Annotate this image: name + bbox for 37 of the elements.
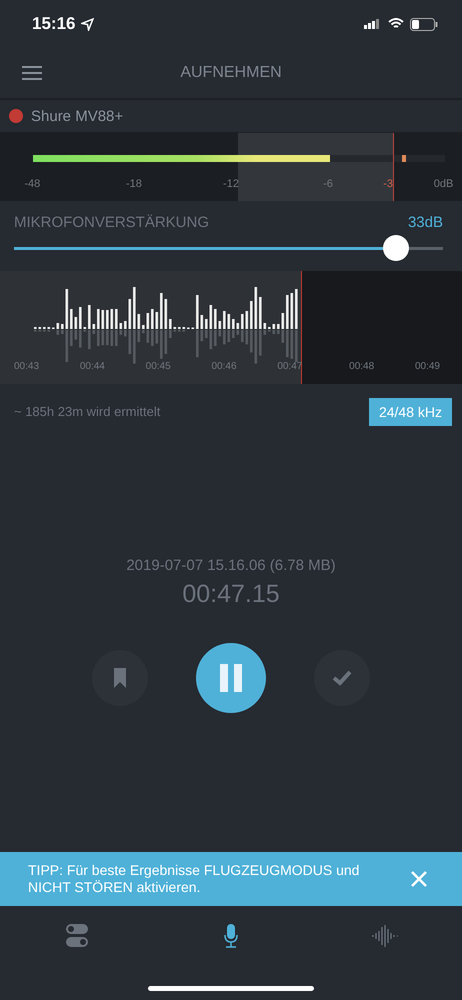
checkmark-icon	[332, 670, 352, 686]
location-icon	[81, 18, 94, 30]
clip-line	[393, 133, 394, 201]
scale-label: -6	[323, 178, 333, 190]
time-label: 00:45	[146, 361, 171, 372]
elapsed-time: 00:47.15	[182, 580, 280, 609]
peak-marker	[402, 155, 406, 162]
pause-icon	[219, 664, 243, 692]
clock: 15:16	[32, 14, 76, 34]
file-name: 2019-07-07 15.16.06 (6.78 MB)	[126, 557, 336, 574]
toggles-tab[interactable]	[66, 924, 88, 948]
bookmark-icon	[113, 668, 127, 688]
format-button[interactable]: 24/48 kHz	[368, 398, 452, 426]
remaining-time: ~ 185h 23m wird ermittelt	[14, 404, 160, 419]
scale-label: -48	[24, 178, 40, 190]
time-label: 00:44	[80, 361, 105, 372]
scale-label: 0dB	[434, 178, 454, 190]
time-label: 00:49	[414, 361, 440, 372]
menu-icon[interactable]	[22, 65, 42, 81]
gain-slider[interactable]	[14, 233, 443, 263]
scale-label: -3	[383, 178, 393, 190]
battery-icon	[410, 18, 438, 30]
waveform-tab[interactable]	[371, 925, 399, 947]
microphone-tab[interactable]	[223, 924, 239, 948]
time-label: 00:46	[211, 361, 237, 372]
signal-icon	[364, 18, 382, 30]
wifi-icon	[388, 18, 404, 30]
time-label: 00:48	[349, 361, 374, 372]
screen-title: AUFNEHMEN	[180, 64, 282, 82]
scale-label: -18	[126, 178, 142, 190]
tip-text: TIPP: Für beste Ergebnisse FLUGZEUGMODUS und NICHT STÖREN aktivieren.	[28, 862, 360, 896]
device-name: Shure MV88+	[31, 108, 124, 124]
scale-label: -12	[223, 178, 239, 190]
time-label: 00:43	[14, 361, 40, 372]
slider-thumb[interactable]	[382, 234, 409, 260]
gain-label: MIKROFONVERSTÄRKUNG	[14, 214, 210, 231]
gain-reading: 33dB	[408, 214, 443, 231]
